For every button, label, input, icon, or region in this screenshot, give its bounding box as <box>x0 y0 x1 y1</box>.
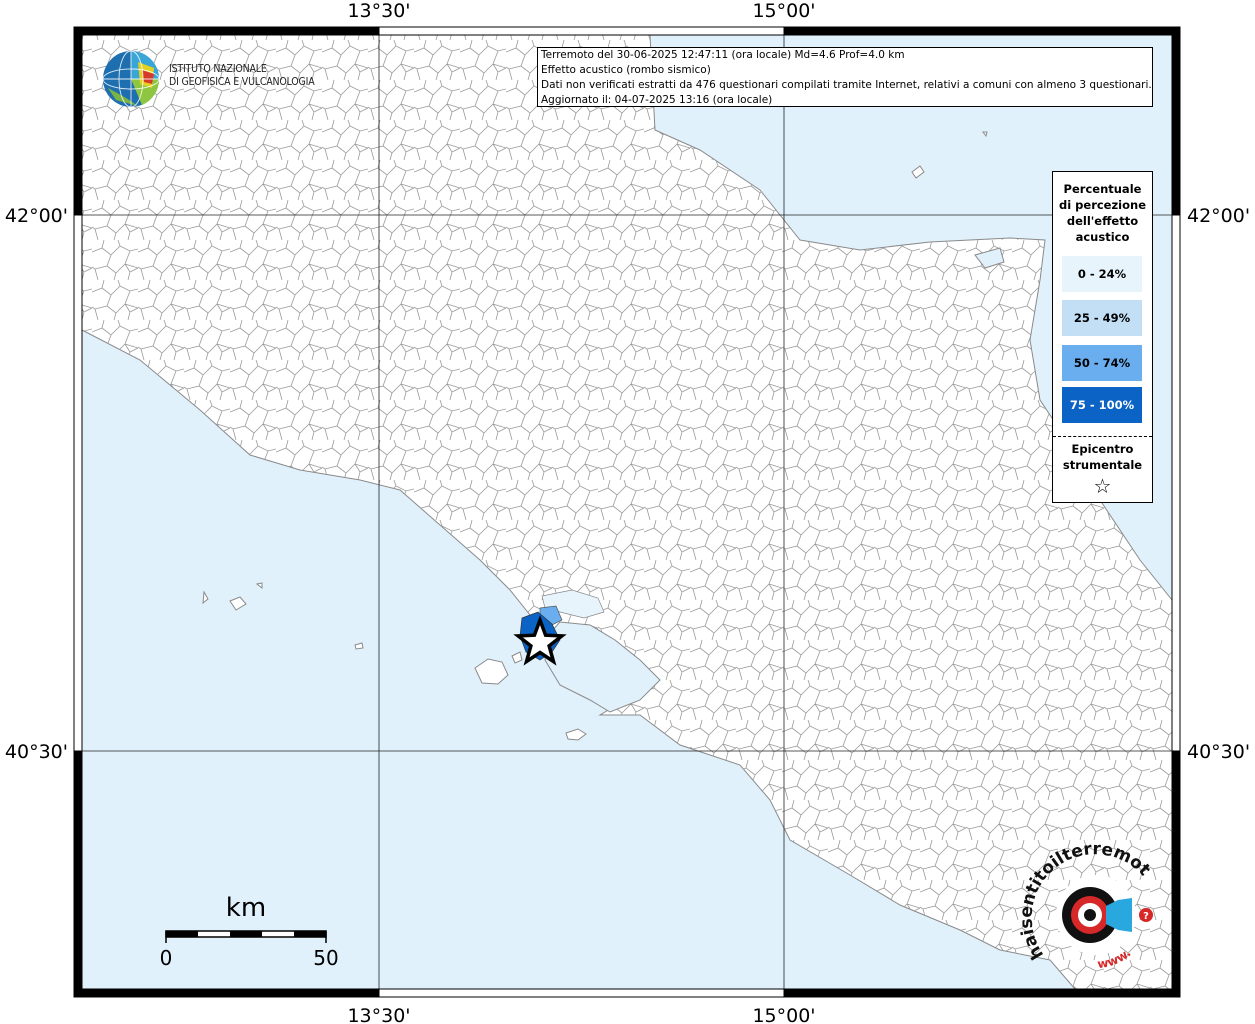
legend-class-1: 0 - 24% <box>1062 256 1142 292</box>
legend: Percentuale di percezione dell'effetto a… <box>1052 171 1153 503</box>
legend-class-2-label: 25 - 49% <box>1073 311 1131 325</box>
tick-left-1: 42°00' <box>5 205 68 227</box>
legend-title-line3: dell'effetto <box>1066 214 1139 228</box>
map-stage: 13°30' 15°00' 13°30' 15°00' 42°00' 40°30… <box>0 0 1255 1024</box>
ingv-globe-icon <box>102 50 160 108</box>
legend-class-2: 25 - 49% <box>1062 300 1142 336</box>
ingv-name-line1: ISTITUTO NAZIONALE <box>169 63 267 75</box>
legend-title-line1: Percentuale <box>1063 182 1142 196</box>
event-info-box: Terremoto del 30-06-2025 12:47:11 (ora l… <box>537 47 1153 107</box>
legend-title-line4: acustico <box>1075 230 1130 244</box>
svg-text:?: ? <box>1143 911 1149 922</box>
event-info-line1: Terremoto del 30-06-2025 12:47:11 (ora l… <box>541 49 905 61</box>
legend-divider <box>1053 436 1152 437</box>
legend-epicenter-star-icon: ☆ <box>1093 474 1112 498</box>
legend-title: Percentuale di percezione dell'effetto a… <box>1053 181 1152 245</box>
legend-class-4: 75 - 100% <box>1062 387 1142 423</box>
legend-epicenter-line1: Epicentro <box>1071 442 1134 456</box>
ingv-name-line2: DI GEOFISICA E VULCANOLOGIA <box>169 76 315 88</box>
tick-right-1: 42°00' <box>1187 205 1250 227</box>
legend-epicenter-line2: strumentale <box>1062 458 1143 472</box>
legend-title-line2: di percezione <box>1058 198 1147 212</box>
tick-top-2: 15°00' <box>752 0 815 22</box>
legend-class-3-label: 50 - 74% <box>1073 356 1131 370</box>
legend-class-3: 50 - 74% <box>1062 345 1142 381</box>
ingv-name: ISTITUTO NAZIONALE DI GEOFISICA E VULCAN… <box>169 63 315 89</box>
event-info-line4: Aggiornato il: 04-07-2025 13:16 (ora loc… <box>541 94 773 106</box>
legend-epicenter-label: Epicentro strumentale <box>1053 441 1152 473</box>
legend-class-4-label: 75 - 100% <box>1069 398 1135 412</box>
tick-left-2: 40°30' <box>5 741 68 763</box>
legend-class-1-label: 0 - 24% <box>1077 267 1127 281</box>
scale-end: 50 <box>313 946 338 970</box>
tick-bottom-1: 13°30' <box>347 1005 410 1024</box>
event-info-line2: Effetto acustico (rombo sismico) <box>541 64 711 76</box>
event-info-line3: Dati non verificati estratti da 476 ques… <box>541 79 1152 91</box>
tick-bottom-2: 15°00' <box>752 1005 815 1024</box>
scale-unit: km <box>226 893 266 923</box>
map-canvas: 13°30' 15°00' 13°30' 15°00' 42°00' 40°30… <box>0 0 1250 1024</box>
tick-top-1: 13°30' <box>347 0 410 22</box>
scale-start: 0 <box>160 946 173 970</box>
tick-right-2: 40°30' <box>1187 741 1250 763</box>
